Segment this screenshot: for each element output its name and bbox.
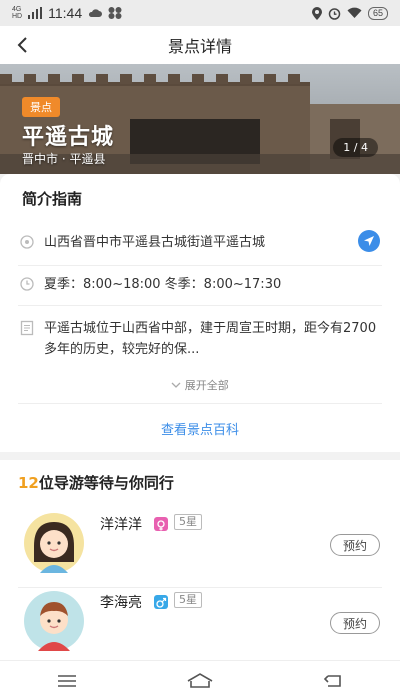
- nav-bar: 景点详情: [0, 26, 400, 64]
- category-tag: 景点: [22, 97, 60, 117]
- wifi-icon: [347, 7, 362, 19]
- male-icon: [154, 595, 168, 609]
- guide-rating-badge: 5星: [174, 514, 202, 530]
- network-indicator: 4G HD: [12, 6, 23, 20]
- section-title-intro: 简介指南: [22, 190, 83, 208]
- home-icon: [187, 672, 213, 688]
- guide-rating-badge: 5星: [174, 592, 202, 608]
- location-icon: [20, 235, 34, 249]
- location-status-icon: [311, 6, 322, 20]
- guide-avatar-male: [24, 591, 84, 651]
- cloud-icon: [89, 9, 103, 17]
- chevron-down-icon: [171, 382, 181, 388]
- system-nav-bar: [0, 660, 400, 700]
- home-button[interactable]: [185, 669, 215, 693]
- guide-name: 李海亮: [100, 595, 142, 611]
- guide-item[interactable]: 李海亮 5星 预约: [18, 590, 382, 666]
- address-row: 山西省晋中市平遥县古城街道平遥古城: [18, 226, 382, 266]
- opening-hours: 夏季：8:00~18:00 冬季：8:00~17:30: [44, 277, 282, 292]
- book-guide-button[interactable]: 预约: [330, 534, 380, 556]
- view-wiki-link[interactable]: 查看景点百科: [0, 419, 400, 438]
- guide-name: 洋洋洋: [100, 517, 142, 533]
- navigate-button[interactable]: [358, 230, 380, 252]
- document-icon: [20, 320, 34, 336]
- hours-row: 夏季：8:00~18:00 冬季：8:00~17:30: [18, 266, 382, 306]
- back-button[interactable]: [10, 33, 34, 57]
- signal-icon: [28, 7, 43, 19]
- attraction-region: 晋中市 · 平遥县: [22, 152, 106, 166]
- clock: 11:44: [48, 5, 83, 21]
- menu-icon: [57, 674, 76, 687]
- guide-count: 12: [18, 474, 39, 492]
- female-icon: [154, 517, 168, 531]
- guides-heading-text: 位导游等待与你同行: [38, 474, 174, 492]
- attraction-name: 平遥古城: [22, 125, 115, 150]
- address-text: 山西省晋中市平遥县古城街道平遥古城: [44, 235, 266, 250]
- return-icon: [324, 674, 342, 687]
- guides-heading: 12位导游等待与你同行: [18, 472, 174, 493]
- page-title: 景点详情: [167, 37, 232, 56]
- status-bar: 4G HD 11:44 65: [0, 0, 400, 26]
- expand-all-button[interactable]: 展开全部: [18, 377, 382, 393]
- book-guide-button[interactable]: 预约: [330, 612, 380, 634]
- description-row: 平遥古城位于山西省中部，建于周宣王时期，距今有2700多年的历史，较完好的保..…: [18, 314, 382, 404]
- hero-gallery[interactable]: 景点 平遥古城 晋中市 · 平遥县 1 / 4: [0, 64, 400, 174]
- navigation-arrow-icon: [364, 236, 374, 246]
- guide-item[interactable]: 洋洋洋 5星 预约: [18, 512, 382, 588]
- battery-indicator: 65: [367, 6, 388, 20]
- alarm-icon: [328, 7, 341, 20]
- chevron-left-icon: [17, 37, 27, 53]
- app-notify-icon: [108, 7, 122, 19]
- description-text: 平遥古城位于山西省中部，建于周宣王时期，距今有2700多年的历史，较完好的保..…: [44, 321, 377, 357]
- intro-section: 简介指南 山西省晋中市平遥县古城街道平遥古城 夏季：8:00~18:00 冬季：…: [0, 174, 400, 452]
- system-back-button[interactable]: [318, 669, 348, 693]
- guides-section: 12位导游等待与你同行 洋洋洋 5星 预约 李海亮 5星 预约: [0, 460, 400, 660]
- clock-icon: [20, 277, 34, 291]
- expand-all-label: 展开全部: [184, 379, 229, 392]
- menu-button[interactable]: [52, 669, 82, 693]
- guide-avatar-female: [24, 513, 84, 573]
- gallery-pager: 1 / 4: [333, 138, 378, 157]
